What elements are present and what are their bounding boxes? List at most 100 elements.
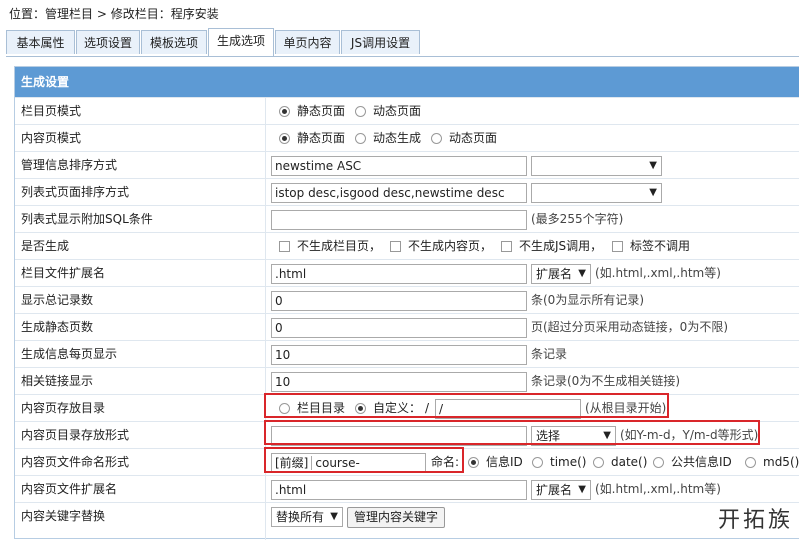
row-sql: 列表式显示附加SQL条件 (最多255个字符) [15,205,799,232]
row-label: 内容页目录存放形式 [21,428,130,442]
radio-info-id[interactable] [468,457,479,468]
option-label: 自定义： [373,401,422,415]
row-label: 列表式显示附加SQL条件 [21,212,153,226]
dir-form-select[interactable]: 选择 ▼ [531,426,616,446]
breadcrumb-link-column-manage[interactable]: 管理栏目 [45,7,93,21]
radio-time[interactable] [532,457,543,468]
info-sort-select[interactable]: ▼ [531,156,662,176]
option-label: 动态页面 [449,131,498,145]
option-label: 公共信息ID [671,455,732,469]
custom-dir-input[interactable]: / [435,399,581,419]
static-pages-note: 页(超过分页采用动态链接，0为不限) [531,320,728,334]
chevron-down-icon: ▼ [578,268,586,279]
sql-note: (最多255个字符) [531,212,624,226]
total-records-input[interactable]: 0 [271,291,527,311]
prefix-value: course- [315,456,360,470]
row-list-sort: 列表式页面排序方式 istop desc,isgood desc,newstim… [15,178,799,205]
tab-single-page[interactable]: 单页内容 [275,30,340,54]
dir-form-note: (如Y-m-d，Y/m-d等形式) [620,428,759,442]
radio-dynamic-generate[interactable] [355,133,366,144]
row-content-dir: 内容页存放目录 栏目目录 自定义： / / (从根目录开始) [15,394,799,421]
chevron-down-icon: ▼ [603,430,611,441]
static-pages-input[interactable]: 0 [271,318,527,338]
sql-condition-input[interactable] [271,210,527,230]
per-page-note: 条记录 [531,347,568,361]
checkbox-no-content-page[interactable] [390,241,401,252]
row-label: 生成信息每页显示 [21,347,118,361]
row-list-mode: 栏目页模式 静态页面 动态页面 [15,97,799,124]
row-total: 显示总记录数 0 条(0为显示所有记录) [15,286,799,313]
row-label: 内容页文件扩展名 [21,482,118,496]
checkbox-no-tag[interactable] [612,241,623,252]
content-ext-input[interactable]: .html [271,480,527,500]
tab-generate[interactable]: 生成选项 [208,28,274,57]
chevron-down-icon: ▼ [649,187,657,198]
radio-md5[interactable] [745,457,756,468]
row-naming: 内容页文件命名形式 [前缀] course- 命名: 信息ID time() da… [15,448,799,475]
select-value: 扩展名 [536,267,573,281]
filename-prefix-input[interactable]: [前缀] course- [271,453,426,473]
naming-label: 命名: [431,455,460,469]
breadcrumb: 位置：管理栏目 > 修改栏目：程序安装 [9,6,219,22]
radio-dynamic-page[interactable] [355,106,366,117]
keyword-replace-select[interactable]: 替换所有 ▼ [271,507,343,527]
total-note: 条(0为显示所有记录) [531,293,644,307]
list-ext-input[interactable]: .html [271,264,527,284]
option-label: 静态页面 [297,131,346,145]
radio-static-page[interactable] [279,106,290,117]
radio-column-dir[interactable] [279,403,290,414]
radio-dynamic-page[interactable] [431,133,442,144]
select-value: 选择 [536,429,561,443]
option-label: 动态生成 [373,131,422,145]
list-ext-select[interactable]: 扩展名 ▼ [531,264,591,284]
tab-divider [6,56,799,57]
row-label: 内容关键字替换 [21,509,106,523]
option-label: 信息ID [486,455,523,469]
tab-basic[interactable]: 基本属性 [6,30,75,54]
list-sort-input[interactable]: istop desc,isgood desc,newstime desc [271,183,527,203]
row-content-ext: 内容页文件扩展名 .html 扩展名 ▼ (如.html,.xml,.htm等) [15,475,799,502]
row-label: 相关链接显示 [21,374,94,388]
option-label: 不生成JS调用， [519,239,603,253]
tab-bar: 基本属性 选项设置 模板选项 生成选项 单页内容 JS调用设置 [6,28,799,57]
list-sort-select[interactable]: ▼ [531,183,662,203]
prefix-label: [前缀] [275,456,313,470]
row-label: 内容页存放目录 [21,401,106,415]
related-links-input[interactable]: 10 [271,372,527,392]
checkbox-no-list-page[interactable] [279,241,290,252]
content-ext-select[interactable]: 扩展名 ▼ [531,480,591,500]
row-generate: 是否生成 不生成栏目页， 不生成内容页， 不生成JS调用， 标签不调用 [15,232,799,259]
radio-public-info-id[interactable] [653,457,664,468]
chevron-down-icon: ▼ [578,484,586,495]
checkbox-no-js[interactable] [501,241,512,252]
tab-options[interactable]: 选项设置 [76,30,140,54]
row-list-ext: 栏目文件扩展名 .html 扩展名 ▼ (如.html,.xml,.htm等) [15,259,799,286]
option-label: date() [611,455,648,469]
row-static-pages: 生成静态页数 0 页(超过分页采用动态链接，0为不限) [15,313,799,340]
option-label: time() [550,455,587,469]
tab-template[interactable]: 模板选项 [141,30,207,54]
radio-date[interactable] [593,457,604,468]
radio-custom-dir[interactable] [355,403,366,414]
chevron-down-icon: ▼ [649,160,657,171]
manage-keywords-button[interactable]: 管理内容关键字 [347,507,446,528]
watermark-logo: 开拓族 [718,508,794,533]
breadcrumb-prefix: 位置： [9,7,46,21]
dir-form-input[interactable] [271,426,527,446]
dir-slash: / [425,401,430,415]
radio-static-page[interactable] [279,133,290,144]
option-label: 标签不调用 [630,239,691,253]
info-sort-input[interactable]: newstime ASC [271,156,527,176]
row-label: 内容页文件命名形式 [21,455,130,469]
option-label: 静态页面 [297,104,346,118]
option-label: 动态页面 [373,104,422,118]
row-label: 栏目文件扩展名 [21,266,106,280]
row-label: 列表式页面排序方式 [21,185,130,199]
row-label: 栏目页模式 [21,104,82,118]
tab-js-settings[interactable]: JS调用设置 [341,30,420,54]
settings-panel: 生成设置 栏目页模式 静态页面 动态页面 内容页模式 静态页面 动态生成 动态页… [14,66,799,540]
row-label: 管理信息排序方式 [21,158,118,172]
option-label: 不生成内容页， [408,239,493,253]
option-label: 不生成栏目页， [297,239,382,253]
per-page-input[interactable]: 10 [271,345,527,365]
